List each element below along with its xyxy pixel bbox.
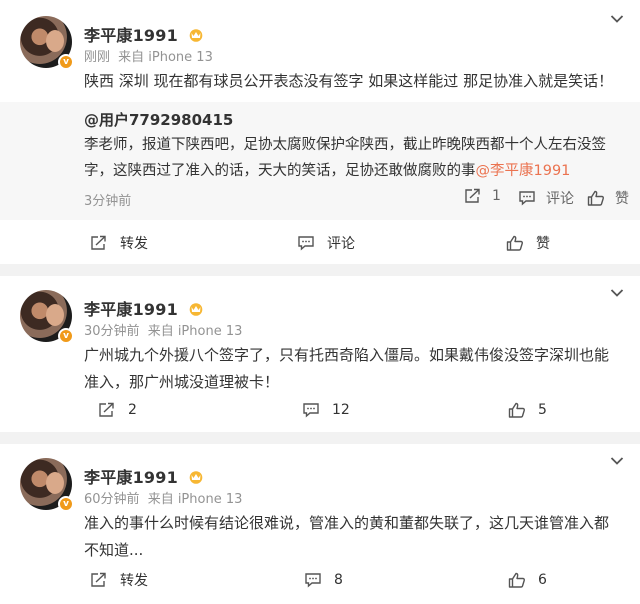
post-text: 陕西 深圳 现在都有球员公开表态没有签字 如果这样能过 那足协准入就是笑话！ [84, 72, 614, 90]
avatar[interactable]: v [20, 290, 74, 344]
comment-count: 8 [334, 572, 343, 588]
author-name-text[interactable]: 李平康1991 [84, 26, 178, 45]
post-time: 60分钟前 [84, 492, 140, 507]
vip-crown-icon [189, 29, 203, 42]
author-name[interactable]: 李平康1991 [84, 22, 204, 46]
avatar[interactable]: v [20, 458, 74, 512]
author-name-text[interactable]: 李平康1991 [84, 300, 178, 319]
like-count: 5 [538, 402, 547, 418]
repost-comment-label: 评论 [546, 191, 574, 207]
repost-user[interactable]: @用户7792980415 [84, 109, 233, 130]
action-bar: 转发 8 6 [0, 558, 640, 602]
repost-repost-button[interactable]: 1 [464, 188, 501, 204]
avatar-face [46, 30, 64, 52]
repost-count: 2 [128, 402, 137, 418]
mention-link[interactable]: @李平康1991 [476, 163, 571, 179]
comment-count: 12 [332, 402, 350, 418]
post-card: v 李平康1991 30分钟前 来自 iPhone 13 广州城九个外援八个签字… [0, 276, 640, 432]
avatar[interactable]: v [20, 16, 74, 70]
like-icon [506, 235, 523, 251]
post-source: 来自 iPhone 13 [147, 492, 243, 507]
post-time: 30分钟前 [84, 324, 140, 339]
like-count: 6 [538, 572, 547, 588]
chevron-down-icon[interactable] [610, 14, 624, 24]
action-bar: 转发 评论 赞 [0, 221, 640, 265]
post-source: 来自 iPhone 13 [118, 50, 213, 65]
repost-button[interactable]: 2 [98, 388, 137, 432]
repost-button[interactable]: 转发 [90, 558, 148, 602]
chevron-down-icon[interactable] [610, 288, 624, 298]
post-meta: 60分钟前 来自 iPhone 13 [84, 488, 242, 507]
like-label: 赞 [536, 236, 550, 252]
like-icon [587, 190, 604, 206]
repost-label: 转发 [120, 236, 148, 252]
verified-badge-icon: v [58, 328, 74, 344]
post-card: v 李平康1991 60分钟前 来自 iPhone 13 准入的事什么时候有结论… [0, 444, 640, 604]
repost-text: 李老师，报道下陕西吧，足协太腐败保护伞陕西，截止昨晚陕西都十个人左右没签字，这陕… [84, 132, 630, 184]
like-icon [508, 572, 525, 588]
comment-label: 评论 [327, 236, 355, 252]
comment-icon [305, 573, 321, 588]
comment-button[interactable]: 8 [304, 558, 343, 602]
verified-badge-icon: v [58, 496, 74, 512]
author-name-text[interactable]: 李平康1991 [84, 468, 178, 487]
repost-icon [91, 572, 106, 587]
repost-like-button[interactable]: 赞 [587, 188, 629, 208]
post-text: 准入的事什么时候有结论很难说，管准入的黄和董都失联了，这几天谁管准入都不知道..… [84, 514, 610, 559]
like-button[interactable]: 5 [508, 388, 547, 432]
repost-like-label: 赞 [615, 191, 629, 207]
action-bar: 2 12 5 [0, 388, 640, 432]
repost-label: 转发 [120, 573, 148, 589]
vip-crown-icon [189, 471, 203, 484]
repost-time: 3分钟前 [84, 194, 132, 209]
chevron-down-icon[interactable] [610, 456, 624, 466]
weibo-feed: v 李平康1991 刚刚 来自 iPhone 13 陕西 深圳 现在都有球员公开… [0, 0, 640, 604]
comment-icon [303, 403, 319, 418]
comment-button[interactable]: 评论 [297, 221, 355, 265]
post-meta: 30分钟前 来自 iPhone 13 [84, 320, 242, 339]
repost-button[interactable]: 转发 [90, 221, 148, 265]
like-icon [508, 402, 525, 418]
repost-icon [465, 188, 480, 203]
avatar-face [46, 304, 64, 326]
repost-block[interactable]: @用户7792980415 李老师，报道下陕西吧，足协太腐败保护伞陕西，截止昨晚… [0, 102, 640, 220]
post-card: v 李平康1991 刚刚 来自 iPhone 13 陕西 深圳 现在都有球员公开… [0, 0, 640, 264]
post-time: 刚刚 [84, 50, 111, 65]
verified-badge-icon: v [58, 54, 74, 70]
avatar-face [46, 472, 64, 494]
repost-comment-button[interactable]: 评论 [518, 188, 574, 208]
like-button[interactable]: 赞 [506, 221, 550, 265]
vip-crown-icon [189, 303, 203, 316]
comment-icon [298, 236, 314, 251]
post-source: 来自 iPhone 13 [147, 324, 243, 339]
repost-repost-count: 1 [492, 188, 501, 204]
author-name[interactable]: 李平康1991 [84, 296, 204, 320]
comment-icon [519, 191, 535, 206]
comment-button[interactable]: 12 [302, 388, 350, 432]
post-meta: 刚刚 来自 iPhone 13 [84, 46, 213, 65]
author-name[interactable]: 李平康1991 [84, 464, 204, 488]
repost-icon [91, 235, 106, 250]
repost-icon [99, 402, 114, 417]
like-button[interactable]: 6 [508, 558, 547, 602]
